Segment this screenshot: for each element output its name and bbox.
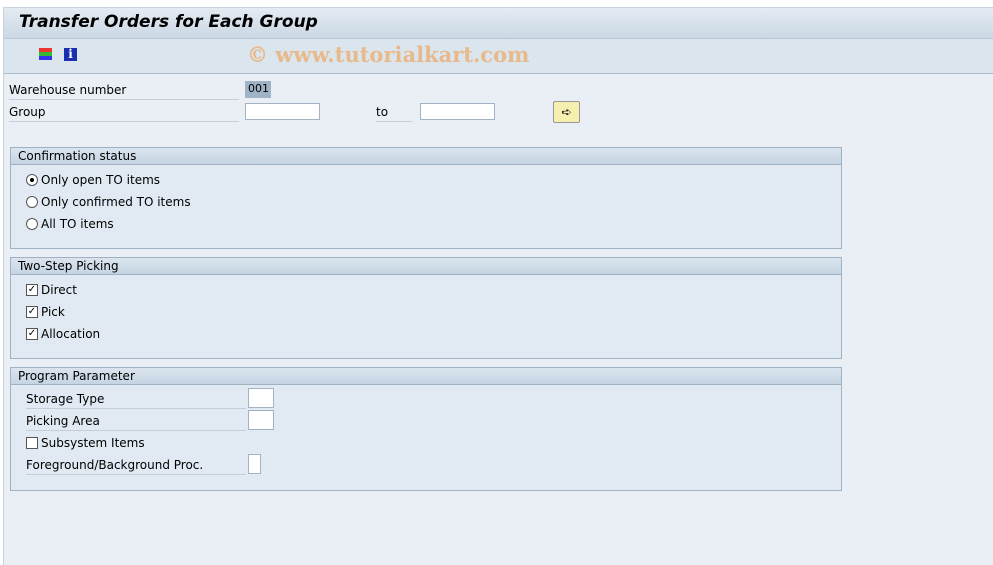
watermark: © www.tutorialkart.com [247, 42, 530, 67]
radio-label: Only open TO items [41, 173, 161, 187]
checkbox[interactable]: ✓ [26, 284, 38, 296]
toolbar: i © www.tutorialkart.com [4, 38, 993, 74]
checkbox-subsystem[interactable]: Subsystem Items [26, 434, 145, 452]
fg-bg-label: Foreground/Background Proc. [26, 456, 246, 475]
window: Transfer Orders for Each Group i © www.t… [3, 7, 993, 565]
group-title: Program Parameter [11, 368, 841, 385]
warehouse-field[interactable]: 001 [245, 81, 271, 98]
radio-button[interactable] [26, 174, 38, 186]
checkbox-label: Direct [41, 283, 77, 297]
multiple-selection-button[interactable]: ➪ [553, 101, 580, 123]
checkbox[interactable] [26, 437, 38, 449]
warehouse-label: Warehouse number [9, 81, 239, 100]
radio-confirmed[interactable]: Only confirmed TO items [26, 193, 191, 211]
checkbox-allocation[interactable]: ✓ Allocation [26, 325, 100, 343]
group-from-field[interactable] [245, 103, 320, 120]
arrow-right-icon: ➪ [561, 105, 572, 119]
group-title: Two-Step Picking [11, 258, 841, 275]
checkbox-pick[interactable]: ✓ Pick [26, 303, 65, 321]
checkbox-direct[interactable]: ✓ Direct [26, 281, 77, 299]
group-title: Confirmation status [11, 148, 841, 165]
program-parameter-group: Program Parameter Storage Type Picking A… [10, 367, 842, 491]
info-icon[interactable]: i [64, 48, 77, 61]
radio-button[interactable] [26, 218, 38, 230]
storage-type-label: Storage Type [26, 390, 246, 409]
checkbox-label: Allocation [41, 327, 101, 341]
picking-area-field[interactable] [248, 410, 274, 430]
radio-label: All TO items [41, 217, 114, 231]
checkbox[interactable]: ✓ [26, 328, 38, 340]
storage-type-field[interactable] [248, 388, 274, 408]
two-step-picking-group: Two-Step Picking ✓ Direct ✓ Pick ✓ Allocati… [10, 257, 842, 359]
confirmation-status-group: Confirmation status Only open TO items O… [10, 147, 842, 249]
checkbox-label: Subsystem Items [41, 436, 145, 450]
radio-button[interactable] [26, 196, 38, 208]
to-label: to [376, 103, 412, 122]
radio-open[interactable]: Only open TO items [26, 171, 160, 189]
fg-bg-field[interactable] [248, 454, 261, 474]
checkbox-label: Pick [41, 305, 65, 319]
checkbox[interactable]: ✓ [26, 306, 38, 318]
radio-label: Only confirmed TO items [41, 195, 191, 209]
radio-all[interactable]: All TO items [26, 215, 114, 233]
page-title: Transfer Orders for Each Group [4, 8, 993, 38]
multiple-selection-icon[interactable] [39, 48, 52, 61]
picking-area-label: Picking Area [26, 412, 246, 431]
group-to-field[interactable] [420, 103, 495, 120]
group-label: Group [9, 103, 239, 122]
